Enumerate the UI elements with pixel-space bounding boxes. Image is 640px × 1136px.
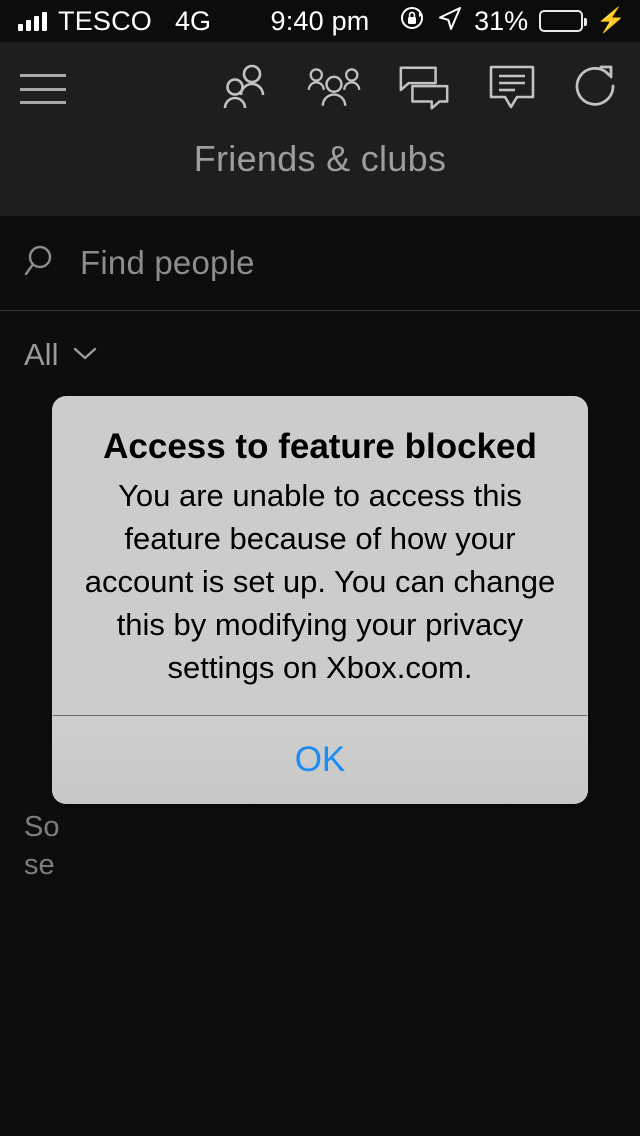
- page-title: Friends & clubs: [193, 138, 447, 179]
- alert-content: Access to feature blocked You are unable…: [52, 396, 588, 715]
- chevron-down-icon: [70, 343, 100, 368]
- alert-ok-button[interactable]: OK: [52, 716, 588, 804]
- hamburger-menu-icon[interactable]: [20, 70, 80, 108]
- filter-label: All: [24, 337, 59, 372]
- charging-bolt-icon: ⚡: [596, 7, 626, 34]
- app-header: Friends & clubs: [0, 42, 640, 216]
- party-chat-icon[interactable]: [396, 62, 452, 114]
- search-placeholder: Find people: [80, 244, 255, 281]
- clubs-icon[interactable]: [306, 62, 362, 114]
- battery-icon: [539, 10, 588, 32]
- friends-icon[interactable]: [218, 62, 274, 114]
- empty-state-text: So se: [24, 808, 584, 884]
- toolbar: [0, 42, 640, 132]
- status-bar-right: 31% ⚡: [398, 4, 626, 39]
- status-bar: TESCO 4G 9:40 pm 31% ⚡: [0, 0, 640, 42]
- alert-title: Access to feature blocked: [103, 427, 537, 466]
- empty-state-line-1: So: [24, 811, 60, 843]
- alert-dialog: Access to feature blocked You are unable…: [52, 396, 588, 804]
- rotation-lock-icon: [398, 4, 426, 39]
- battery-percent-label: 31%: [474, 5, 529, 36]
- alert-message: You are unable to access this feature be…: [84, 478, 556, 685]
- app-screen: TESCO 4G 9:40 pm 31% ⚡ Friends & clubs F…: [0, 0, 640, 1136]
- location-arrow-icon: [437, 5, 463, 38]
- messages-icon[interactable]: [484, 62, 540, 114]
- search-input[interactable]: Find people: [0, 216, 640, 311]
- filter-dropdown[interactable]: All: [0, 311, 640, 373]
- search-icon: [24, 242, 62, 285]
- empty-state-line-2: se: [24, 849, 55, 881]
- refresh-icon[interactable]: [570, 62, 626, 114]
